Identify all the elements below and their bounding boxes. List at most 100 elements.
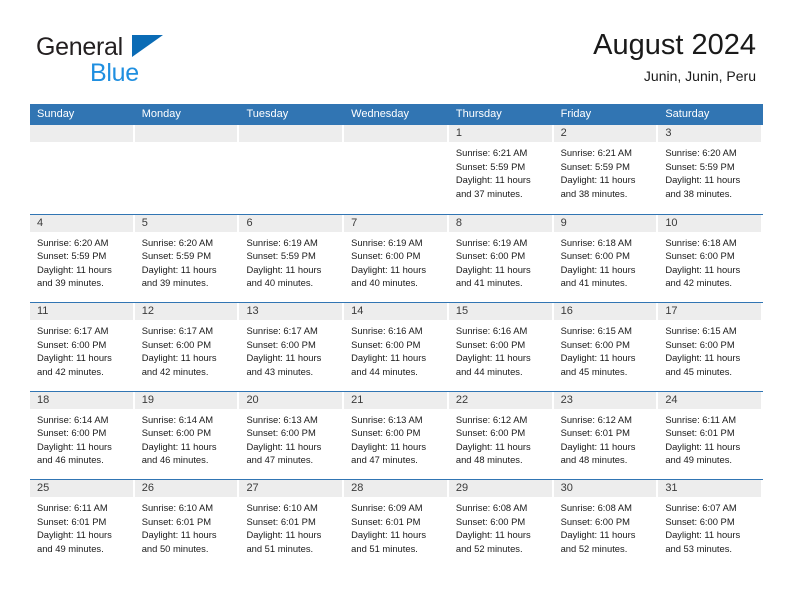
day-sun-info: Sunrise: 6:08 AM Sunset: 6:00 PM Daylight:… xyxy=(449,497,554,555)
calendar-grid: Sunday Monday Tuesday Wednesday Thursday Frid… xyxy=(30,104,763,568)
calendar-day-cell[interactable]: 8 Sunrise: 6:19 AM Sunset: 6:00 PM Daylight… xyxy=(448,214,554,303)
daylight-text-line1: Daylight: 11 hours xyxy=(351,263,427,275)
calendar-day-cell[interactable]: 12 Sunrise: 6:17 AM Sunset: 6:00 PM Dayligh… xyxy=(134,303,240,391)
daylight-text-line2: and 41 minutes. xyxy=(560,277,628,289)
page-subtitle: Junin, Junin, Peru xyxy=(643,68,756,84)
calendar-day-cell[interactable]: 1 Sunrise: 6:21 AM Sunset: 5:59 PM Daylight… xyxy=(448,125,554,214)
calendar-day-cell[interactable]: 23 Sunrise: 6:12 AM Sunset: 6:01 PM Dayligh… xyxy=(553,391,659,480)
day-number: 1 xyxy=(455,127,462,139)
calendar-day-cell[interactable]: 13 Sunrise: 6:17 AM Sunset: 6:00 PM Dayligh… xyxy=(239,303,344,391)
day-number: 17 xyxy=(665,305,678,317)
sunrise-text: Sunrise: 6:13 AM xyxy=(246,413,318,425)
brand-name-blue: Blue xyxy=(90,59,139,87)
day-number: 8 xyxy=(455,216,462,229)
sunrise-text: Sunrise: 6:16 AM xyxy=(455,325,528,336)
day-number: 12 xyxy=(141,305,154,317)
sunset-text: Sunset: 6:00 PM xyxy=(351,427,421,439)
calendar-day-cell[interactable]: 29 Sunrise: 6:08 AM Sunset: 6:00 PM Dayligh… xyxy=(448,480,554,568)
day-sun-info: Sunrise: 6:19 AM Sunset: 6:00 PM Daylight:… xyxy=(449,232,554,290)
calendar-day-cell[interactable]: 18 Sunrise: 6:14 AM Sunset: 6:00 PM Dayligh… xyxy=(30,391,135,480)
calendar-day-cell[interactable]: 27 Sunrise: 6:10 AM Sunset: 6:01 PM Dayligh… xyxy=(239,480,344,568)
sunrise-text: Sunrise: 6:18 AM xyxy=(665,236,737,248)
sunset-text: Sunset: 6:00 PM xyxy=(560,338,630,350)
day-sun-info: Sunrise: 6:11 AM Sunset: 6:01 PM Daylight:… xyxy=(658,409,763,467)
calendar-day-cell[interactable]: 28 Sunrise: 6:09 AM Sunset: 6:01 PM Dayligh… xyxy=(344,480,449,568)
day-number-band: 6 xyxy=(239,214,343,232)
calendar-day-cell[interactable]: 5 Sunrise: 6:20 AM Sunset: 5:59 PM Daylight… xyxy=(134,214,240,303)
day-number: 16 xyxy=(560,305,573,317)
day-number-band: 20 xyxy=(239,391,343,409)
calendar-day-cell[interactable]: 30 Sunrise: 6:08 AM Sunset: 6:00 PM Dayligh… xyxy=(553,480,659,568)
day-sun-info: Sunrise: 6:18 AM Sunset: 6:00 PM Daylight:… xyxy=(554,232,659,290)
sunset-text: Sunset: 6:00 PM xyxy=(141,338,212,350)
sunset-text: Sunset: 6:00 PM xyxy=(560,250,630,262)
day-of-week-header: Saturday xyxy=(665,108,710,120)
calendar-day-cell[interactable]: 22 Sunrise: 6:12 AM Sunset: 6:00 PM Dayligh… xyxy=(448,391,554,480)
day-sun-info: Sunrise: 6:15 AM Sunset: 6:00 PM Daylight:… xyxy=(658,320,763,378)
day-number-band: 21 xyxy=(344,391,447,409)
day-number: 10 xyxy=(665,216,678,229)
day-of-week-header-row: Sunday Monday Tuesday Wednesday Thursday Frid… xyxy=(30,104,763,125)
calendar-day-cell[interactable]: 24 Sunrise: 6:11 AM Sunset: 6:01 PM Dayligh… xyxy=(658,391,763,480)
day-number-band: 8 xyxy=(448,214,552,232)
calendar-day-cell[interactable]: 3 Sunrise: 6:20 AM Sunset: 5:59 PM Daylight… xyxy=(658,125,763,214)
sunrise-text: Sunrise: 6:17 AM xyxy=(246,325,318,336)
calendar-day-cell[interactable]: 14 Sunrise: 6:16 AM Sunset: 6:00 PM Dayligh… xyxy=(344,303,449,391)
sunset-text: Sunset: 6:00 PM xyxy=(455,338,526,350)
calendar-day-cell[interactable]: 15 Sunrise: 6:16 AM Sunset: 6:00 PM Dayligh… xyxy=(448,303,554,391)
calendar-week-row: 18 Sunrise: 6:14 AM Sunset: 6:00 PM Dayligh… xyxy=(30,390,763,480)
calendar-day-cell[interactable]: 31 Sunrise: 6:07 AM Sunset: 6:00 PM Dayligh… xyxy=(658,480,763,568)
calendar-day-cell[interactable]: 21 Sunrise: 6:13 AM Sunset: 6:00 PM Dayligh… xyxy=(344,391,449,480)
day-sun-info: Sunrise: 6:21 AM Sunset: 5:59 PM Daylight:… xyxy=(554,142,659,200)
calendar-day-cell[interactable]: 16 Sunrise: 6:15 AM Sunset: 6:00 PM Dayligh… xyxy=(553,303,659,391)
sunset-text: Sunset: 6:00 PM xyxy=(351,250,421,262)
daylight-text-line1: Daylight: 11 hours xyxy=(37,440,112,452)
sunrise-text: Sunrise: 6:08 AM xyxy=(455,502,528,513)
sunset-text: Sunset: 6:00 PM xyxy=(351,338,421,350)
calendar-day-cell[interactable]: 2 Sunrise: 6:21 AM Sunset: 5:59 PM Daylight… xyxy=(553,125,659,214)
brand-logo[interactable]: General Blue xyxy=(36,33,266,91)
day-number: 13 xyxy=(246,305,259,317)
day-number-band: 9 xyxy=(553,214,657,232)
day-sun-info: Sunrise: 6:10 AM Sunset: 6:01 PM Daylight:… xyxy=(135,497,240,555)
calendar-day-cell[interactable]: 19 Sunrise: 6:14 AM Sunset: 6:00 PM Dayligh… xyxy=(134,391,240,480)
calendar-week-row: 1 Sunrise: 6:21 AM Sunset: 5:59 PM Daylight… xyxy=(30,125,763,214)
day-number-band xyxy=(239,125,343,142)
calendar-day-cell-empty xyxy=(30,125,135,214)
day-number-band xyxy=(134,125,238,142)
calendar-day-cell[interactable]: 20 Sunrise: 6:13 AM Sunset: 6:00 PM Dayligh… xyxy=(239,391,344,480)
day-of-week-header: Tuesday xyxy=(246,108,289,120)
day-sun-info: Sunrise: 6:15 AM Sunset: 6:00 PM Daylight:… xyxy=(554,320,659,378)
calendar-day-cell[interactable]: 4 Sunrise: 6:20 AM Sunset: 5:59 PM Daylight… xyxy=(30,214,135,303)
day-sun-info: Sunrise: 6:11 AM Sunset: 6:01 PM Daylight:… xyxy=(30,497,135,555)
day-number-band xyxy=(30,125,133,142)
calendar-day-cell[interactable]: 9 Sunrise: 6:18 AM Sunset: 6:00 PM Daylight… xyxy=(553,214,659,303)
day-number: 31 xyxy=(665,482,678,494)
day-number-band: 24 xyxy=(658,391,762,409)
sunrise-text: Sunrise: 6:20 AM xyxy=(141,236,214,248)
calendar-day-cell[interactable]: 7 Sunrise: 6:19 AM Sunset: 6:00 PM Daylight… xyxy=(344,214,449,303)
day-number: 30 xyxy=(560,482,573,494)
day-number-band: 17 xyxy=(658,303,762,320)
day-number-band: 22 xyxy=(448,391,552,409)
calendar-day-cell[interactable]: 10 Sunrise: 6:18 AM Sunset: 6:00 PM Dayligh… xyxy=(658,214,763,303)
day-of-week-header: Friday xyxy=(560,108,592,120)
daylight-text-line1: Daylight: 11 hours xyxy=(37,529,112,541)
sunrise-text: Sunrise: 6:15 AM xyxy=(560,325,632,336)
calendar-day-cell[interactable]: 11 Sunrise: 6:17 AM Sunset: 6:00 PM Dayligh… xyxy=(30,303,135,391)
daylight-text-line2: and 46 minutes. xyxy=(37,454,104,466)
day-number: 21 xyxy=(351,393,364,406)
day-number: 11 xyxy=(37,305,49,317)
day-sun-info: Sunrise: 6:17 AM Sunset: 6:00 PM Daylight:… xyxy=(30,320,135,378)
calendar-day-cell[interactable]: 17 Sunrise: 6:15 AM Sunset: 6:00 PM Dayligh… xyxy=(658,303,763,391)
calendar-day-cell[interactable]: 26 Sunrise: 6:10 AM Sunset: 6:01 PM Dayligh… xyxy=(134,480,240,568)
day-number: 4 xyxy=(37,216,44,229)
sunset-text: Sunset: 6:00 PM xyxy=(665,250,735,262)
daylight-text-line2: and 42 minutes. xyxy=(665,277,733,289)
sunrise-text: Sunrise: 6:19 AM xyxy=(246,236,318,248)
daylight-text-line2: and 38 minutes. xyxy=(560,187,628,199)
day-number: 5 xyxy=(141,216,148,229)
calendar-day-cell[interactable]: 25 Sunrise: 6:11 AM Sunset: 6:01 PM Dayligh… xyxy=(30,480,135,568)
calendar-day-cell[interactable]: 6 Sunrise: 6:19 AM Sunset: 5:59 PM Daylight… xyxy=(239,214,344,303)
daylight-text-line2: and 38 minutes. xyxy=(665,187,733,199)
